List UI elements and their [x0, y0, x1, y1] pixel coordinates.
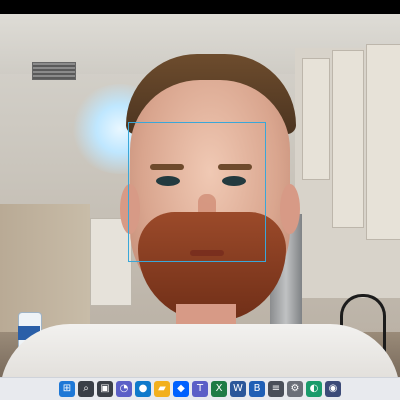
shirt — [0, 324, 400, 378]
word-icon-glyph: W — [233, 383, 243, 394]
excel-icon-glyph: X — [215, 383, 223, 394]
stack-icon-glyph: ≡ — [271, 383, 281, 394]
excel-icon[interactable]: X — [211, 381, 227, 397]
edge-icon-glyph: ● — [138, 383, 148, 394]
right-ear — [280, 184, 300, 234]
air-vent — [32, 62, 76, 80]
media-icon[interactable]: ◐ — [306, 381, 322, 397]
dropbox-icon[interactable]: ◆ — [173, 381, 189, 397]
start-icon-glyph: ⊞ — [62, 383, 72, 394]
chat-icon-glyph: ◔ — [119, 383, 129, 394]
task-view-icon-glyph: ▣ — [100, 383, 110, 394]
bold-app-icon[interactable]: B — [249, 381, 265, 397]
dropbox-icon-glyph: ◆ — [177, 383, 185, 394]
camera-icon-glyph: ◉ — [328, 383, 338, 394]
bold-app-icon-glyph: B — [253, 383, 261, 394]
cabinet-door — [302, 58, 330, 180]
edge-icon[interactable]: ● — [135, 381, 151, 397]
face-detection-box — [128, 122, 266, 262]
word-icon[interactable]: W — [230, 381, 246, 397]
settings-icon[interactable]: ⚙ — [287, 381, 303, 397]
media-icon-glyph: ◐ — [309, 383, 319, 394]
file-explorer-icon-glyph: ▰ — [158, 383, 166, 394]
screen: ⊞ ⌕ ▣ ◔ ● ▰ ◆ T X W B ≡ ⚙ ◐ ◉ — [0, 0, 400, 400]
top-bar — [0, 0, 400, 14]
stack-icon[interactable]: ≡ — [268, 381, 284, 397]
cabinet-door — [332, 50, 364, 228]
chat-icon[interactable]: ◔ — [116, 381, 132, 397]
search-icon[interactable]: ⌕ — [78, 381, 94, 397]
search-icon-glyph: ⌕ — [83, 383, 89, 394]
camera-preview — [0, 14, 400, 378]
start-icon[interactable]: ⊞ — [59, 381, 75, 397]
camera-icon[interactable]: ◉ — [325, 381, 341, 397]
teams-icon-glyph: T — [196, 383, 204, 394]
teams-icon[interactable]: T — [192, 381, 208, 397]
file-explorer-icon[interactable]: ▰ — [154, 381, 170, 397]
cabinet-door — [366, 44, 400, 240]
task-view-icon[interactable]: ▣ — [97, 381, 113, 397]
settings-icon-glyph: ⚙ — [290, 383, 300, 394]
taskbar: ⊞ ⌕ ▣ ◔ ● ▰ ◆ T X W B ≡ ⚙ ◐ ◉ — [0, 377, 400, 400]
